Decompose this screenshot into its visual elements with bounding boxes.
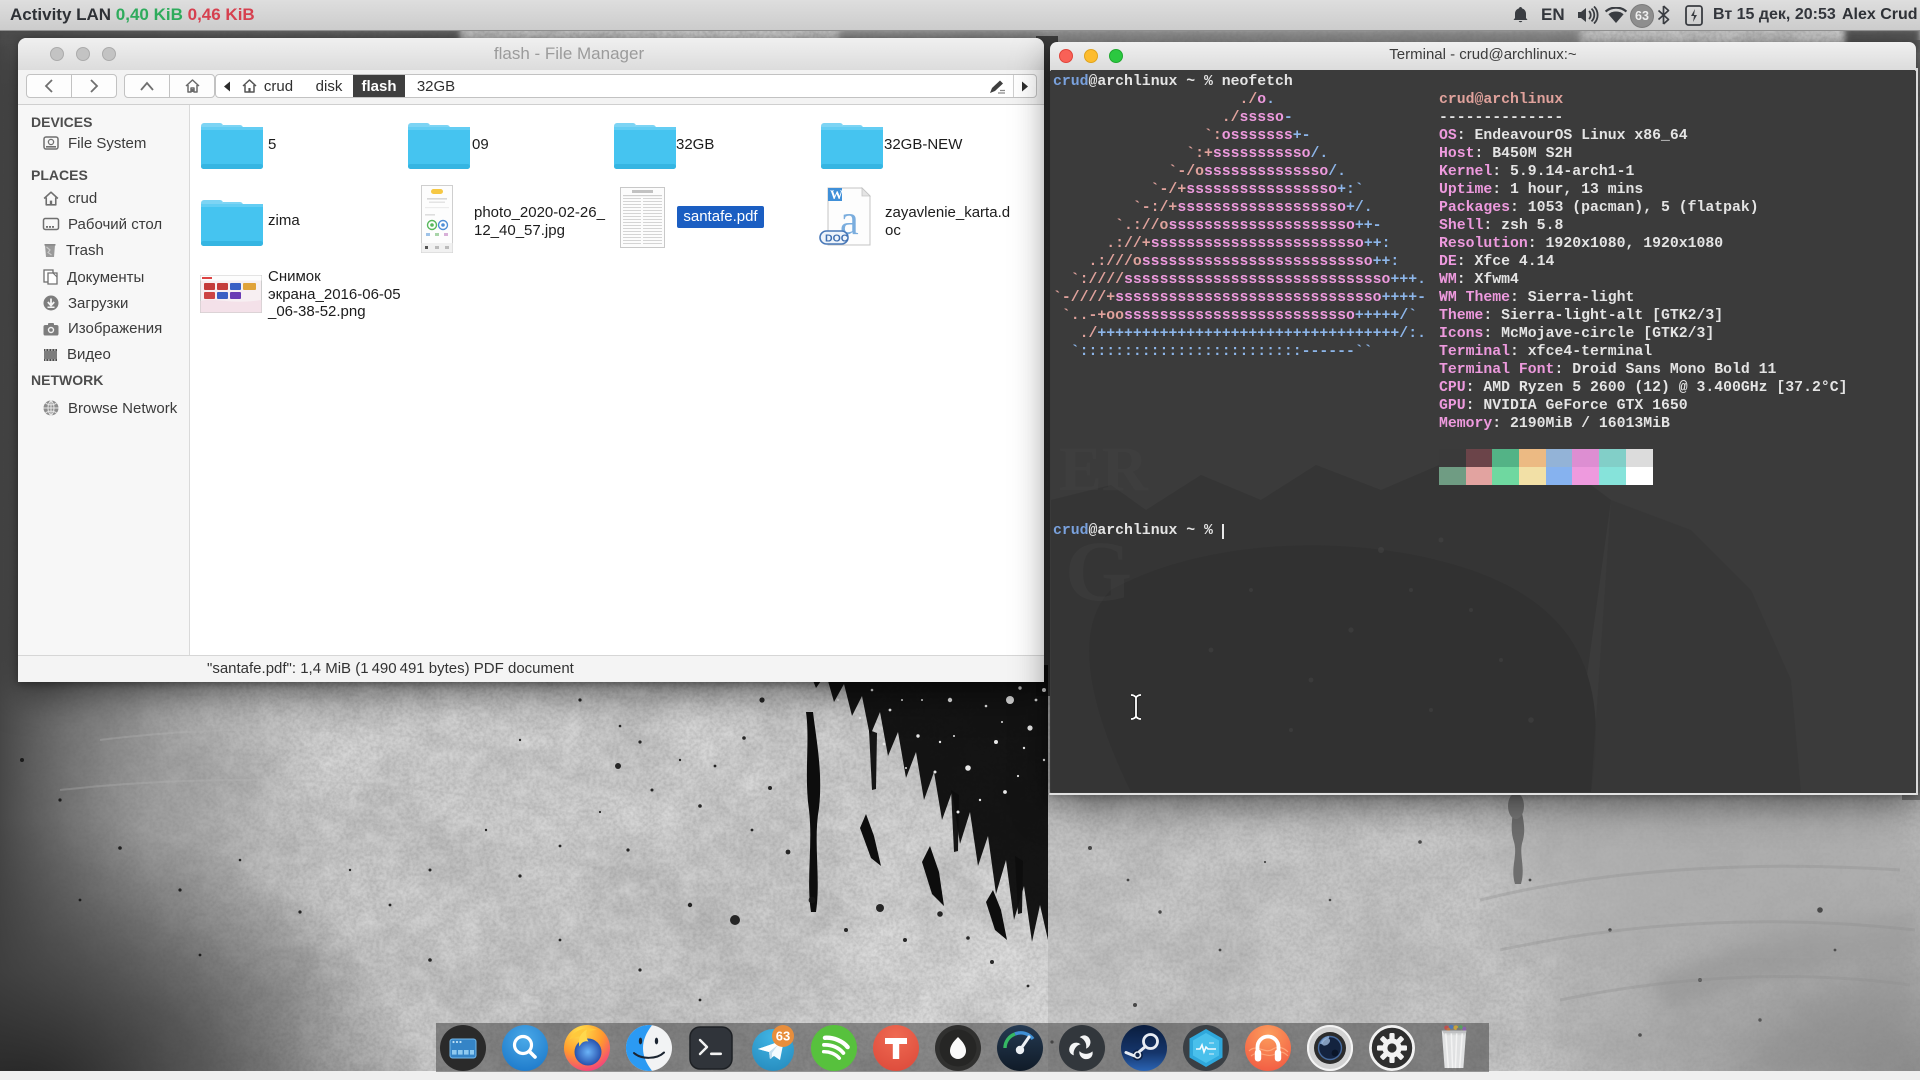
svg-text:DOC: DOC [825,233,849,245]
svg-text:ER: ER [1059,433,1149,504]
svg-text:63: 63 [776,1029,790,1044]
